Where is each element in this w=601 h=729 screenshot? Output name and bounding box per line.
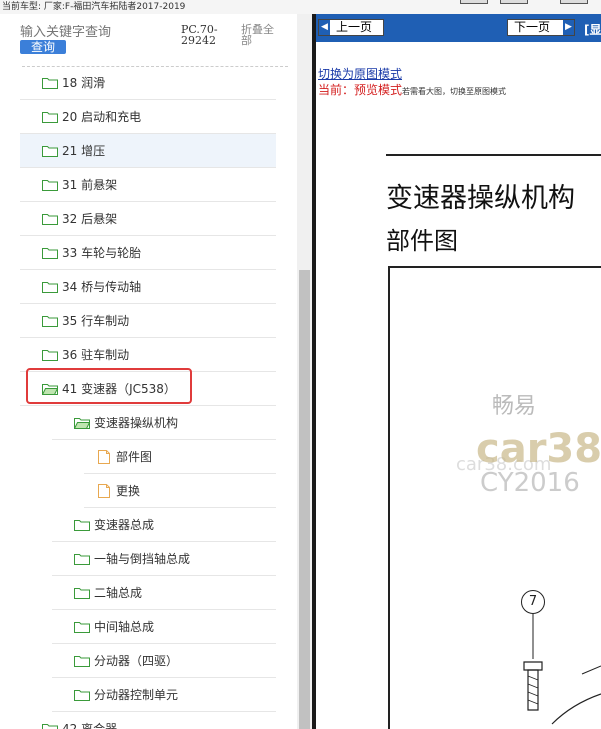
mode-tip: 若需看大图，切换至原图模式: [402, 87, 507, 96]
folder-icon: [74, 689, 90, 701]
tree-item-label: 21 增压: [62, 144, 106, 158]
tree-item-label: 变速器操纵机构: [94, 416, 179, 430]
folder-icon: [42, 281, 58, 293]
tree-item[interactable]: 20 启动和充电: [20, 100, 276, 134]
mode-current: 预览模式: [354, 83, 403, 97]
tree-item-label: 35 行车制动: [62, 314, 130, 328]
document-viewer: ◀ 上一页 下一页 ▶ [显 切换为原图模式 当前：预览模式若需看大图，切换至原…: [316, 14, 601, 729]
scrollbar-thumb[interactable]: [299, 270, 310, 729]
prev-page-button[interactable]: ◀ 上一页: [318, 19, 384, 36]
tree-item[interactable]: 32 后悬架: [20, 202, 276, 236]
tree-item[interactable]: 中间轴总成: [52, 610, 276, 644]
folder-icon: [42, 315, 58, 327]
tree-item[interactable]: 变速器总成: [52, 508, 276, 542]
tree-item-label: 18 润滑: [62, 76, 106, 90]
tree-item[interactable]: 一轴与倒挡轴总成: [52, 542, 276, 576]
current-model-text: 当前车型: 厂家:F-福田汽车拓陆者2017-2019: [2, 2, 186, 12]
tree-item[interactable]: 31 前悬架: [20, 168, 276, 202]
watermark-text: 畅易: [492, 394, 537, 419]
tree-item-label: 更换: [116, 484, 141, 498]
tree-item[interactable]: 更换: [84, 474, 276, 508]
page-icon: [98, 449, 110, 464]
part-callout: 7: [521, 590, 545, 614]
folder-icon: [42, 213, 58, 225]
folder-icon: [74, 519, 90, 531]
folder-icon: [42, 723, 58, 729]
left-arrow-icon: ◀: [319, 20, 330, 35]
tree-item[interactable]: 部件图: [84, 440, 276, 474]
search-button[interactable]: 查询: [20, 40, 66, 54]
tree-item-label: 42 离合器: [62, 722, 118, 729]
tree-item-label: 中间轴总成: [94, 620, 155, 634]
page-icon: [98, 483, 110, 498]
document-title: 变速器操纵机构: [386, 183, 575, 214]
watermark-text: CY2016: [480, 468, 580, 498]
tree-item-label: 部件图: [116, 450, 153, 464]
bolt-drawing: [523, 614, 601, 725]
switch-mode-link[interactable]: 切换为原图模式: [318, 65, 402, 82]
mode-status: 当前：预览模式若需看大图，切换至原图模式: [318, 81, 506, 98]
document-subtitle: 部件图: [386, 227, 458, 255]
folder-icon: [74, 621, 90, 633]
tree-item[interactable]: 21 增压: [20, 134, 276, 168]
tree-item[interactable]: 34 桥与传动轴: [20, 270, 276, 304]
search-input[interactable]: [20, 25, 170, 40]
status-bar: 当前车型: 厂家:F-福田汽车拓陆者2017-2019: [0, 0, 601, 14]
viewer-toolbar: ◀ 上一页 下一页 ▶ [显: [316, 14, 601, 42]
collapse-all-button[interactable]: 折叠全部: [241, 24, 281, 46]
document-rule: [386, 154, 601, 156]
tree-item[interactable]: 36 驻车制动: [20, 338, 276, 372]
pc-code-label: PC.70-29242: [181, 23, 218, 47]
next-page-label: 下一页: [514, 20, 551, 34]
tree-item[interactable]: 分动器控制单元: [52, 678, 276, 712]
window-button[interactable]: [460, 0, 488, 4]
tree-item[interactable]: 42 离合器: [20, 712, 276, 729]
tree-item[interactable]: 35 行车制动: [20, 304, 276, 338]
folder-open-icon: [74, 417, 90, 429]
window-button[interactable]: [560, 0, 588, 4]
tree-item-label: 31 前悬架: [62, 178, 118, 192]
folder-icon: [42, 145, 58, 157]
folder-icon: [74, 553, 90, 565]
tree-item-label: 分动器（四驱）: [94, 654, 179, 668]
tree-item[interactable]: 分动器（四驱）: [52, 644, 276, 678]
tree-item-label: 32 后悬架: [62, 212, 118, 226]
folder-icon: [42, 77, 58, 89]
highlight-box: [26, 368, 192, 404]
tree-item[interactable]: 33 车轮与轮胎: [20, 236, 276, 270]
tree-item-label: 20 启动和充电: [62, 110, 142, 124]
tree-item-label: 变速器总成: [94, 518, 155, 532]
folder-icon: [42, 179, 58, 191]
display-button[interactable]: [显: [584, 21, 601, 38]
tree-item-label: 一轴与倒挡轴总成: [94, 552, 191, 566]
tree-item-label: 36 驻车制动: [62, 348, 130, 362]
watermark-text: car38: [476, 426, 601, 472]
prev-page-label: 上一页: [336, 20, 373, 34]
folder-icon: [74, 587, 90, 599]
tree-item[interactable]: 变速器操纵机构: [52, 406, 276, 440]
tree-item-label: 二轴总成: [94, 586, 143, 600]
tree-item[interactable]: 18 润滑: [20, 66, 276, 100]
tree-item-label: 34 桥与传动轴: [62, 280, 142, 294]
folder-icon: [74, 655, 90, 667]
next-page-button[interactable]: 下一页 ▶: [507, 19, 575, 36]
folder-icon: [42, 247, 58, 259]
right-arrow-icon: ▶: [563, 20, 574, 35]
tree-item-label: 33 车轮与轮胎: [62, 246, 142, 260]
sidebar: 查询 PC.70-29242 折叠全部 18 润滑 20 启动和充电 21 增压 31…: [0, 14, 312, 729]
tree-item-label: 分动器控制单元: [94, 688, 179, 702]
folder-icon: [42, 111, 58, 123]
window-button[interactable]: [500, 0, 528, 4]
folder-icon: [42, 349, 58, 361]
tree-item[interactable]: 二轴总成: [52, 576, 276, 610]
mode-prefix: 当前：: [318, 83, 355, 97]
